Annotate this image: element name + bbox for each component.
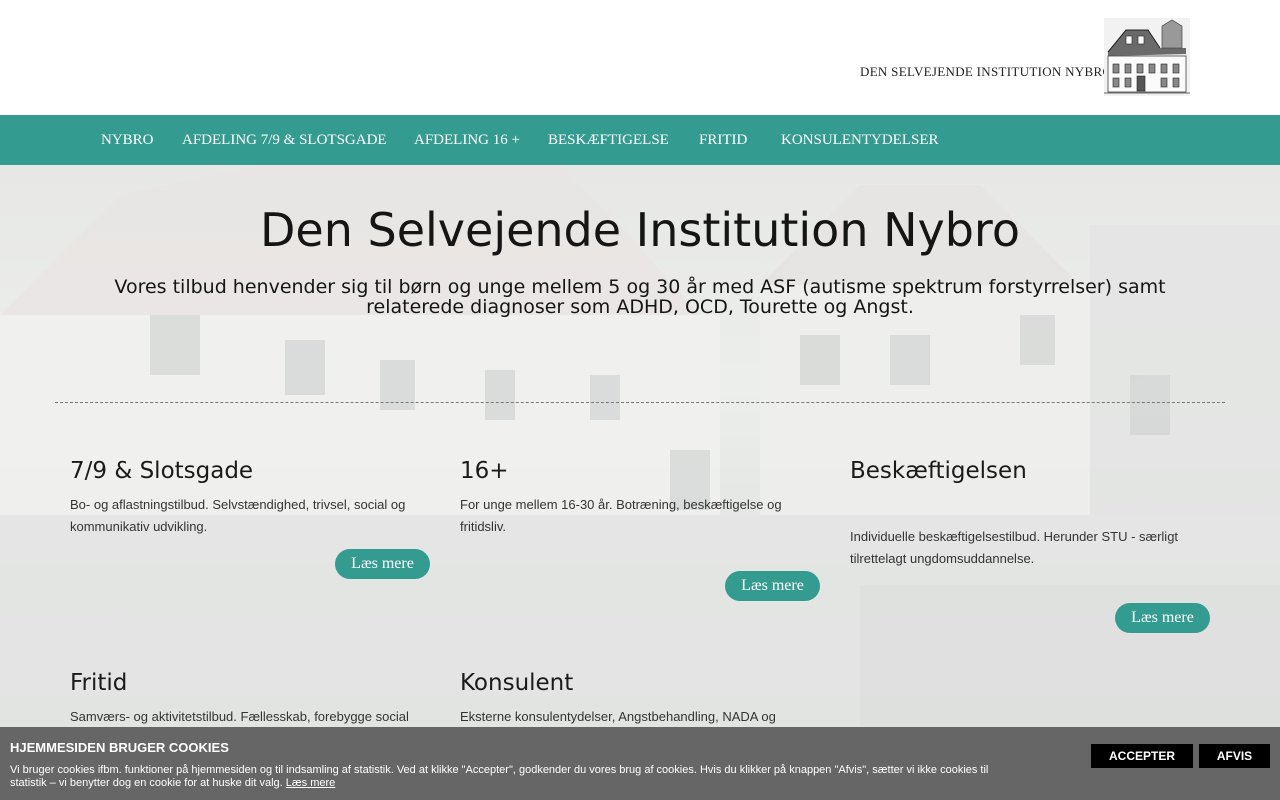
nav-item-beskaeftigelse[interactable]: BESKÆFTIGELSE [548,115,669,165]
card-text-konsulent: Eksterne konsulentydelser, Angstbehandli… [460,709,776,724]
card-title-konsulent: Konsulent [460,670,574,696]
card-title-7-9-slotsgade: 7/9 & Slotsgade [70,458,254,484]
card-title-fritid: Fritid [70,670,128,696]
cookie-banner-text: Vi bruger cookies ifbm. funktioner på hj… [10,764,1020,790]
card-text-fritid: Samværs- og aktivitetstilbud. Fællesskab… [70,709,409,724]
cookie-banner: HJEMMESIDEN BRUGER COOKIES Vi bruger coo… [0,727,1280,800]
cookie-banner-message: Vi bruger cookies ifbm. funktioner på hj… [10,764,989,789]
nav-item-afdeling-16[interactable]: AFDELING 16 + [414,115,520,165]
page-subtitle: Vores tilbud henvender sig til børn og u… [114,276,1166,318]
card-text-16-plus: For unge mellem 16-30 år. Botræning, bes… [460,497,782,534]
card-title-beskaeftigelsen: Beskæftigelsen [850,458,1027,484]
card-text-beskaeftigelsen: Individuelle beskæftigelsestilbud. Herun… [850,529,1179,566]
site-header: DEN SELVEJENDE INSTITUTION NYBRO [0,0,1280,115]
logo-text: DEN SELVEJENDE INSTITUTION NYBRO [860,64,1113,79]
hero-section: Den Selvejende Institution Nybro Vores t… [0,165,1280,800]
cookie-banner-title: HJEMMESIDEN BRUGER COOKIES [10,740,229,755]
card-title-16-plus: 16+ [460,458,509,484]
page-title: Den Selvejende Institution Nybro [260,203,1020,257]
nav-item-fritid[interactable]: FRITID [699,115,747,165]
reject-cookies-button[interactable]: AFVIS [1199,744,1270,768]
house-logo-icon [1104,18,1190,96]
cookie-read-more-link[interactable]: Læs mere [286,777,336,789]
nav-item-konsulentydelser[interactable]: KONSULENTYDELSER [781,115,939,165]
main-nav: NYBRO AFDELING 7/9 & SLOTSGADE AFDELING … [0,115,1280,165]
card-text-7-9-slotsgade: Bo- og aflastningstilbud. Selvstændighed… [70,497,406,534]
section-divider [55,402,1225,403]
read-more-button-beskaeftigelsen[interactable]: Læs mere [1115,603,1210,633]
site-logo[interactable]: DEN SELVEJENDE INSTITUTION NYBRO [860,18,1190,98]
read-more-button-16-plus[interactable]: Læs mere [725,571,820,601]
read-more-button-7-9[interactable]: Læs mere [335,549,430,579]
nav-item-nybro[interactable]: NYBRO [101,115,154,165]
accept-cookies-button[interactable]: ACCEPTER [1091,744,1193,768]
nav-item-afdeling-7-9[interactable]: AFDELING 7/9 & SLOTSGADE [182,115,387,165]
